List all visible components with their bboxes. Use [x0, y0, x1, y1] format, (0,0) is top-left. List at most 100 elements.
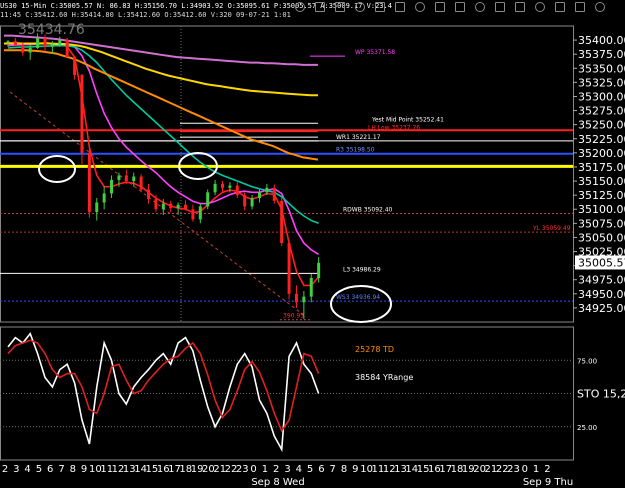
candle-body — [87, 152, 91, 213]
level-label: WR1 35221.17 — [336, 134, 381, 141]
candle-body — [287, 243, 291, 294]
candle-body — [243, 195, 247, 207]
price-tick-label: 35375.00 — [578, 48, 625, 61]
price-tick-label: 34950.00 — [578, 288, 625, 301]
time-tick-label: 7 — [58, 464, 64, 475]
price-tick-label: 35250.00 — [578, 119, 625, 132]
candle-body — [139, 176, 143, 190]
date-label: Sep 8 Wed — [251, 477, 304, 488]
price-tick-label: 35200.00 — [578, 147, 625, 160]
moving-average-line — [4, 34, 318, 66]
candle-body — [272, 187, 276, 201]
price-tick-label: 35225.00 — [578, 133, 625, 146]
time-tick-label: 4 — [296, 464, 302, 475]
time-tick-label: 23 — [236, 464, 249, 475]
time-tick-label: 4 — [24, 464, 30, 475]
candle-body — [169, 203, 173, 209]
time-tick-label: 2 — [544, 464, 550, 475]
candle-body — [36, 37, 40, 48]
annotation-ellipse — [330, 285, 392, 323]
candle-body — [176, 204, 180, 209]
date-label: Sep 9 Thu — [523, 477, 573, 488]
level-label: WP 35371.58 — [355, 49, 395, 56]
price-tick-label: 35075.00 — [578, 217, 625, 230]
time-tick-label: 0 — [250, 464, 256, 475]
candle-body — [147, 189, 151, 200]
candle-body — [280, 200, 284, 244]
time-tick-label: 2 — [2, 464, 8, 475]
level-label: 390.95 — [283, 313, 304, 320]
moving-average-line — [7, 41, 320, 287]
candle-body — [73, 57, 77, 76]
moving-average-line — [4, 42, 318, 97]
price-panel-border — [0, 25, 574, 323]
time-tick-label: 5 — [307, 464, 313, 475]
candle-body — [294, 293, 298, 303]
price-tick-label: 35325.00 — [578, 76, 625, 89]
candle-body — [228, 185, 232, 188]
time-tick-label: 9 — [81, 464, 87, 475]
oscillator-panel-border — [0, 326, 574, 461]
candle-body — [43, 37, 47, 47]
candle-body — [6, 41, 10, 43]
price-tick-label: 35125.00 — [578, 189, 625, 202]
candle-body — [220, 183, 224, 188]
time-tick-label: 3 — [13, 464, 19, 475]
candle-body — [184, 204, 188, 210]
level-label: R3 35198.50 — [336, 147, 375, 154]
time-tick-label: 5 — [36, 464, 42, 475]
price-tick-label: 35150.00 — [578, 175, 625, 188]
candle-body — [257, 192, 261, 198]
time-tick-label: 2 — [273, 464, 279, 475]
price-tick-label: 35275.00 — [578, 105, 625, 118]
candle-body — [58, 40, 62, 45]
price-tick-label: 34925.00 — [578, 302, 625, 315]
candle-body — [302, 296, 306, 303]
level-label: YL 35059.49 — [532, 225, 571, 232]
price-tick-label: 35050.00 — [578, 231, 625, 244]
candle-body — [50, 44, 54, 47]
level-label: RDWB 35092.40 — [343, 207, 393, 214]
time-tick-label: 6 — [318, 464, 324, 475]
candle-body — [80, 75, 84, 153]
candle-body — [309, 278, 313, 297]
trading-chart-window: US30 15-Min C:35005.57 N: 86.83 H:35156.… — [0, 0, 625, 488]
candle-body — [13, 41, 17, 46]
candle-body — [161, 203, 165, 210]
time-tick-label: 6 — [47, 464, 53, 475]
price-tick-label: 35100.00 — [578, 203, 625, 216]
candle-body — [198, 206, 202, 220]
time-tick-label: 7 — [330, 464, 336, 475]
time-tick-label: 8 — [341, 464, 347, 475]
price-tick-label: 35175.00 — [578, 161, 625, 174]
trendline — [9, 91, 306, 317]
candle-body — [317, 262, 321, 279]
candle-body — [102, 193, 106, 203]
time-tick-label: 9 — [352, 464, 358, 475]
oscillator-annotation: 38584 YRange — [355, 373, 413, 382]
annotation-ellipse — [38, 155, 76, 183]
candle-body — [213, 183, 217, 193]
time-tick-label: 1 — [533, 464, 539, 475]
moving-average-line — [7, 44, 319, 225]
last-price-label: 35005.57 — [578, 256, 625, 269]
candle-body — [95, 202, 99, 213]
oscillator-line — [7, 331, 320, 453]
level-label: WS3 34936.94 — [336, 294, 380, 301]
candle-body — [124, 175, 128, 182]
candle-body — [265, 187, 269, 193]
candle-body — [206, 192, 210, 207]
price-tick-label: 35300.00 — [578, 90, 625, 103]
oscillator-axis-label: STO 15,2 — [577, 388, 625, 401]
time-tick-label: 1 — [262, 464, 268, 475]
time-tick-label: 23 — [507, 464, 520, 475]
candle-body — [132, 176, 136, 182]
candle-body — [250, 197, 254, 207]
price-tick-label: 34975.00 — [578, 274, 625, 287]
candle-body — [117, 175, 121, 180]
oscillator-annotation: 25278 TD — [355, 345, 394, 354]
candle-body — [154, 199, 158, 210]
oscillator-tick-label: 25.00 — [577, 424, 597, 432]
time-tick-label: 0 — [522, 464, 528, 475]
level-label: L3 34986.29 — [343, 266, 381, 273]
